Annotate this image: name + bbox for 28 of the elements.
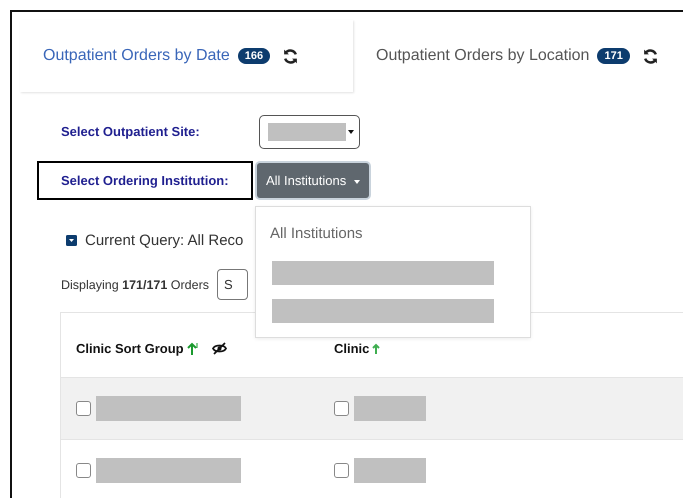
eye-slash-icon[interactable] [212, 342, 227, 355]
query-text: Current Query: All Reco [85, 232, 244, 249]
refresh-icon[interactable] [642, 48, 659, 64]
sort-icon[interactable] [186, 342, 199, 356]
count-badge: 166 [238, 48, 270, 64]
field-label: Select Ordering Institution: [37, 161, 253, 200]
redacted-block [354, 396, 426, 421]
caret-icon [354, 180, 360, 184]
tab[interactable]: Outpatient Orders by Location 171 [353, 20, 679, 92]
redacted-block [354, 458, 426, 483]
row-checkbox[interactable] [334, 463, 349, 478]
select-field[interactable]: S [217, 269, 248, 300]
column-header[interactable]: Clinic Sort Group [76, 341, 184, 356]
column-header[interactable]: Clinic [334, 341, 370, 356]
sort-icon[interactable] [372, 342, 380, 354]
menu-item[interactable]: All Institutions [270, 225, 530, 242]
field-label: Select Outpatient Site: [60, 123, 201, 141]
order-count-text: Displaying 171/171 Orders [61, 278, 210, 292]
tab[interactable]: Outpatient Orders by Date 166 [20, 20, 353, 92]
site-select[interactable] [259, 114, 360, 148]
row-checkbox[interactable] [76, 463, 91, 478]
refresh-icon[interactable] [282, 48, 300, 64]
caret-icon [348, 130, 354, 134]
count-badge: 171 [597, 48, 630, 64]
row-checkbox[interactable] [334, 401, 349, 416]
institution-dropdown[interactable]: All Institutions [257, 163, 369, 198]
collapse-icon[interactable] [66, 235, 77, 246]
row-checkbox[interactable] [76, 401, 91, 416]
